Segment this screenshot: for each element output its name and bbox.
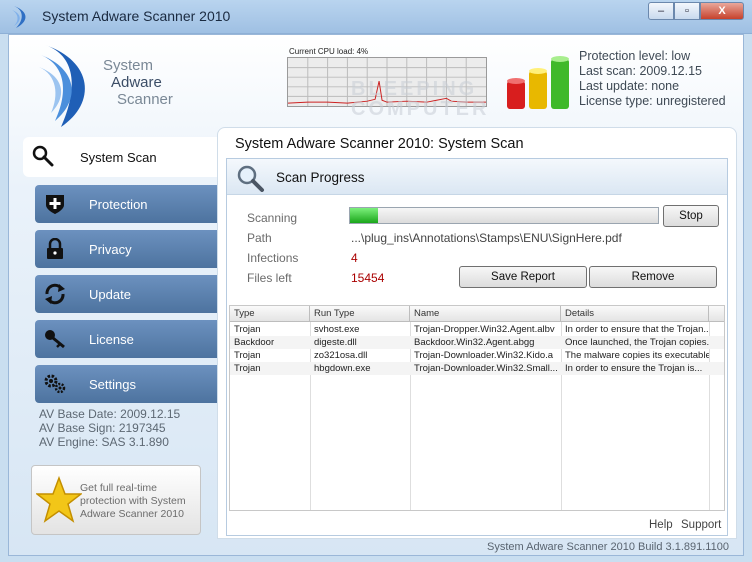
last-scan-text: Last scan: 2009.12.15 [579, 64, 703, 78]
protection-status: Protection level: low Last scan: 2009.12… [579, 49, 726, 109]
files-left-value: 15454 [351, 271, 385, 285]
logo-line-1: System [103, 57, 154, 74]
scan-progress-bar [349, 207, 659, 224]
window-controls: – ▫ X [648, 2, 744, 20]
nav-protection[interactable]: Protection [35, 185, 217, 223]
table-row[interactable]: Trojan zo321osa.dll Trojan-Downloader.Wi… [230, 349, 724, 362]
cell-type: Trojan [234, 363, 261, 374]
av-engine: AV Engine: SAS 3.1.890 [39, 435, 169, 449]
column-header-type[interactable]: Type [230, 306, 310, 321]
cell-name: Backdoor.Win32.Agent.abgg [414, 337, 535, 348]
build-info: System Adware Scanner 2010 Build 3.1.891… [487, 541, 729, 553]
watermark: BLEEPING COMPUTER [351, 79, 489, 119]
cell-type: Trojan [234, 350, 261, 361]
scan-progress-fill [350, 208, 378, 223]
window-title: System Adware Scanner 2010 [42, 8, 231, 24]
table-header: Type Run Type Name Details [230, 306, 724, 322]
stop-button[interactable]: Stop [663, 205, 719, 227]
content-panel: System Adware Scanner 2010: System Scan … [217, 127, 737, 539]
infections-value: 4 [351, 251, 358, 265]
files-left-label: Files left [247, 271, 292, 285]
cell-run-type: svhost.exe [314, 324, 360, 335]
star-icon [36, 476, 82, 523]
nav-label: Update [89, 287, 131, 302]
column-header-details[interactable]: Details [561, 306, 709, 321]
nav-label: System Scan [80, 150, 157, 165]
key-icon [45, 330, 65, 349]
path-value: ...\plug_ins\Annotations\Stamps\ENU\Sign… [351, 231, 622, 245]
app-logo-icon [12, 6, 26, 28]
watermark-line-1: BLEEPING [351, 78, 478, 100]
table-row[interactable]: Trojan svhost.exe Trojan-Dropper.Win32.A… [230, 323, 724, 336]
promo-upgrade-banner[interactable]: Get full real-time protection with Syste… [31, 465, 201, 535]
column-header-run-type[interactable]: Run Type [310, 306, 410, 321]
scanning-label: Scanning [247, 211, 298, 225]
table-row[interactable]: Trojan hbgdown.exe Trojan-Downloader.Win… [230, 362, 724, 375]
padlock-icon [47, 238, 63, 259]
cell-details: Once launched, the Trojan copies... [565, 337, 709, 348]
cell-details: In order to ensure the Trojan is... [565, 363, 703, 374]
cell-details: In order to ensure that the Trojan... [565, 324, 709, 335]
save-report-button[interactable]: Save Report [459, 266, 587, 288]
refresh-arrows-icon [45, 283, 65, 305]
infections-label: Infections [247, 251, 299, 265]
protection-level-bars [507, 56, 569, 109]
minimize-button[interactable]: – [648, 2, 674, 20]
infections-table: Type Run Type Name Details Trojan svhost… [229, 305, 725, 511]
cell-name: Trojan-Downloader.Win32.Kido.a [414, 350, 554, 361]
logo-wordmark: System Adware Scanner [103, 57, 173, 108]
cell-run-type: hbgdown.exe [314, 363, 371, 374]
column-header-name[interactable]: Name [410, 306, 561, 321]
logo-line-3: Scanner [117, 91, 173, 108]
support-link[interactable]: Support [681, 519, 721, 531]
magnifier-icon [32, 145, 54, 167]
maximize-button[interactable]: ▫ [674, 2, 700, 20]
last-update-text: Last update: none [579, 79, 680, 93]
path-label: Path [247, 231, 272, 245]
nav-privacy[interactable]: Privacy [35, 230, 217, 268]
av-info: AV Base Date: 2009.12.15 AV Base Sign: 2… [39, 407, 180, 449]
panel-title: System Adware Scanner 2010: System Scan [235, 136, 524, 152]
cell-name: Trojan-Downloader.Win32.Small... [414, 363, 558, 374]
magnifier-icon [237, 165, 264, 192]
cell-details: The malware copies its executable... [565, 350, 709, 361]
close-button[interactable]: X [700, 2, 744, 20]
av-base-date: AV Base Date: 2009.12.15 [39, 407, 181, 421]
watermark-line-2: COMPUTER [351, 98, 490, 120]
nav-license[interactable]: License [35, 320, 217, 358]
nav-label: Protection [89, 197, 148, 212]
nav-label: Privacy [89, 242, 132, 257]
table-row[interactable]: Backdoor digeste.dll Backdoor.Win32.Agen… [230, 336, 724, 349]
scan-progress-header: Scan Progress [227, 159, 727, 195]
protection-level-text: Protection level: low [579, 49, 691, 63]
shield-plus-icon [46, 195, 64, 214]
license-type-text: License type: unregistered [579, 94, 726, 108]
scan-progress-box: Scan Progress Scanning Stop Path ...\plu… [226, 158, 728, 536]
promo-text: Get full real-time protection with Syste… [80, 482, 186, 520]
cell-type: Backdoor [234, 337, 275, 348]
logo-line-2: Adware [111, 74, 162, 91]
remove-button[interactable]: Remove [589, 266, 717, 288]
av-base-sign: AV Base Sign: 2197345 [39, 421, 166, 435]
title-bar: System Adware Scanner 2010 – ▫ X [0, 0, 752, 34]
help-link[interactable]: Help [649, 519, 673, 531]
main-window: System Adware Scanner Current CPU load: … [8, 34, 744, 556]
nav-update[interactable]: Update [35, 275, 217, 313]
nav-label: Settings [89, 377, 136, 392]
cpu-load-label: Current CPU load: 4% [289, 47, 369, 56]
cell-name: Trojan-Dropper.Win32.Agent.albv [414, 324, 555, 335]
cell-run-type: zo321osa.dll [314, 350, 368, 361]
nav-settings[interactable]: Settings [35, 365, 217, 403]
scan-progress-title: Scan Progress [276, 170, 365, 185]
nav-system-scan[interactable]: System Scan [23, 137, 217, 177]
cell-type: Trojan [234, 324, 261, 335]
gears-icon [44, 374, 66, 394]
cell-run-type: digeste.dll [314, 337, 357, 348]
nav-label: License [89, 332, 134, 347]
